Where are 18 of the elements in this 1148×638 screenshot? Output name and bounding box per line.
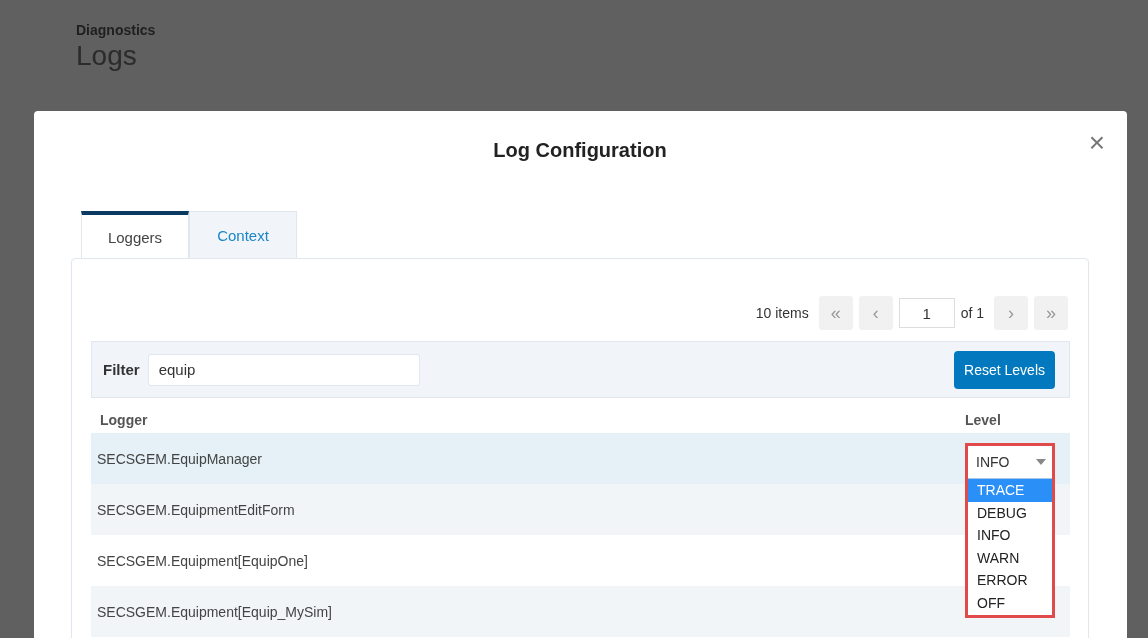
- table-cell: SECSGEM.EquipmentEditForm: [97, 501, 295, 518]
- table-cell: SECSGEM.EquipManager: [97, 450, 262, 467]
- dialog-title: Log Configuration: [493, 139, 667, 163]
- filter-label: Filter: [103, 361, 140, 378]
- close-button[interactable]: ×: [1084, 129, 1109, 157]
- caret-icon: [1036, 459, 1046, 465]
- table-cell: SECSGEM.Equipment[EquipOne]: [97, 552, 308, 569]
- breadcrumb: Diagnostics: [76, 22, 156, 38]
- page-field[interactable]: 1: [898, 298, 955, 328]
- filter-field[interactable]: equip: [147, 353, 420, 386]
- tab[interactable]: Context: [189, 211, 297, 259]
- table-cell: SECSGEM.Equipment[Equip_MySim]: [97, 603, 332, 620]
- column-header: Logger: [100, 412, 149, 428]
- reset-levels-button[interactable]: Reset Levels: [954, 350, 1055, 389]
- item-count: 10 items: [755, 305, 809, 321]
- column-header: Level: [965, 412, 1002, 428]
- tab[interactable]: Loggers: [81, 211, 189, 259]
- page-total: of 1: [960, 305, 984, 321]
